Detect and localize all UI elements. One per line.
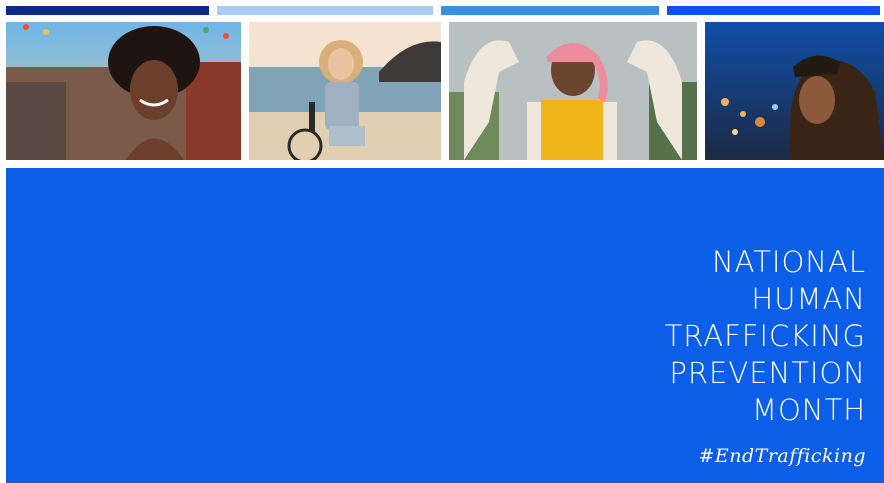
headline-line: TRAFFICKING: [664, 319, 866, 353]
photo-festival-woman: [6, 22, 241, 160]
slide: NATIONAL HUMAN TRAFFICKING PREVENTION MO…: [0, 0, 884, 483]
accent-bar-light-blue: [217, 6, 433, 15]
title-panel: NATIONAL HUMAN TRAFFICKING PREVENTION MO…: [6, 168, 884, 483]
headline-line: PREVENTION: [669, 356, 866, 390]
photo-flexing-woman: [449, 22, 697, 160]
accent-bar-bright-blue: [667, 6, 880, 15]
headline-line: MONTH: [751, 393, 866, 427]
accent-bar-mid-blue: [441, 6, 659, 15]
headline-line: HUMAN: [751, 282, 866, 316]
photo-beach-wheelchair-woman: [249, 22, 441, 160]
accent-bar-navy: [6, 6, 209, 15]
headline-line: NATIONAL: [711, 245, 866, 279]
photo-night-hooded-man: [705, 22, 884, 160]
headline: NATIONAL HUMAN TRAFFICKING PREVENTION MO…: [665, 244, 866, 429]
hashtag: #EndTrafficking: [698, 445, 866, 467]
